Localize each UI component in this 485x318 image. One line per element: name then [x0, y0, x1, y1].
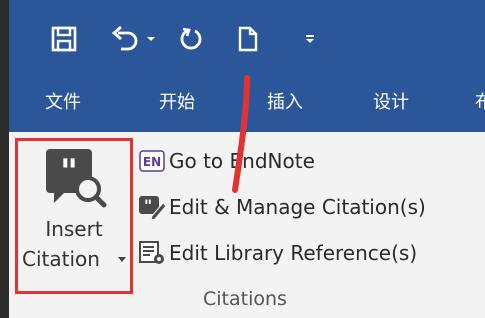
insert-citation-label-line1: Insert [45, 217, 103, 241]
word-window: 文件 开始 插入 设计 布 " Insert Citation EN Go to… [9, 0, 485, 318]
go-to-endnote-button[interactable]: EN Go to EndNote [137, 145, 315, 177]
save-icon [51, 26, 77, 52]
go-to-endnote-label: Go to EndNote [169, 149, 315, 173]
edit-library-reference-button[interactable]: Edit Library Reference(s) [137, 237, 417, 269]
svg-text:": " [144, 196, 152, 215]
endnote-icon-text: EN [143, 155, 161, 169]
edit-manage-citations-label: Edit & Manage Citation(s) [169, 195, 426, 219]
citations-group-label: Citations [203, 288, 287, 310]
redo-icon [180, 27, 202, 50]
edit-manage-citations-button[interactable]: " Edit & Manage Citation(s) [137, 191, 426, 223]
undo-icon [111, 25, 138, 51]
edit-citation-icon: " [137, 193, 167, 221]
new-document-button[interactable] [233, 22, 263, 56]
quick-access-toolbar [9, 0, 485, 80]
customize-toolbar-icon [306, 35, 314, 43]
undo-dropdown-button[interactable] [143, 22, 159, 56]
undo-button[interactable] [107, 22, 143, 56]
chevron-down-icon [118, 257, 126, 262]
save-button[interactable] [47, 22, 81, 56]
customize-toolbar-button[interactable] [299, 22, 321, 56]
tab-file[interactable]: 文件 [45, 92, 81, 114]
insert-citation-button[interactable]: " Insert Citation [15, 138, 133, 294]
svg-text:": " [60, 152, 78, 192]
tab-insert[interactable]: 插入 [267, 92, 303, 114]
tab-home[interactable]: 开始 [159, 92, 195, 114]
edit-library-reference-icon [137, 239, 167, 267]
tab-layout[interactable]: 布 [475, 92, 485, 114]
redo-button[interactable] [177, 22, 207, 56]
insert-citation-label-line2: Citation [22, 247, 100, 271]
insert-citation-icon: " [46, 149, 107, 208]
endnote-icon: EN [137, 147, 167, 175]
tab-design[interactable]: 设计 [373, 92, 409, 114]
undo-dropdown-icon [147, 37, 155, 41]
edit-library-reference-label: Edit Library Reference(s) [169, 241, 418, 265]
new-document-icon [238, 26, 258, 52]
